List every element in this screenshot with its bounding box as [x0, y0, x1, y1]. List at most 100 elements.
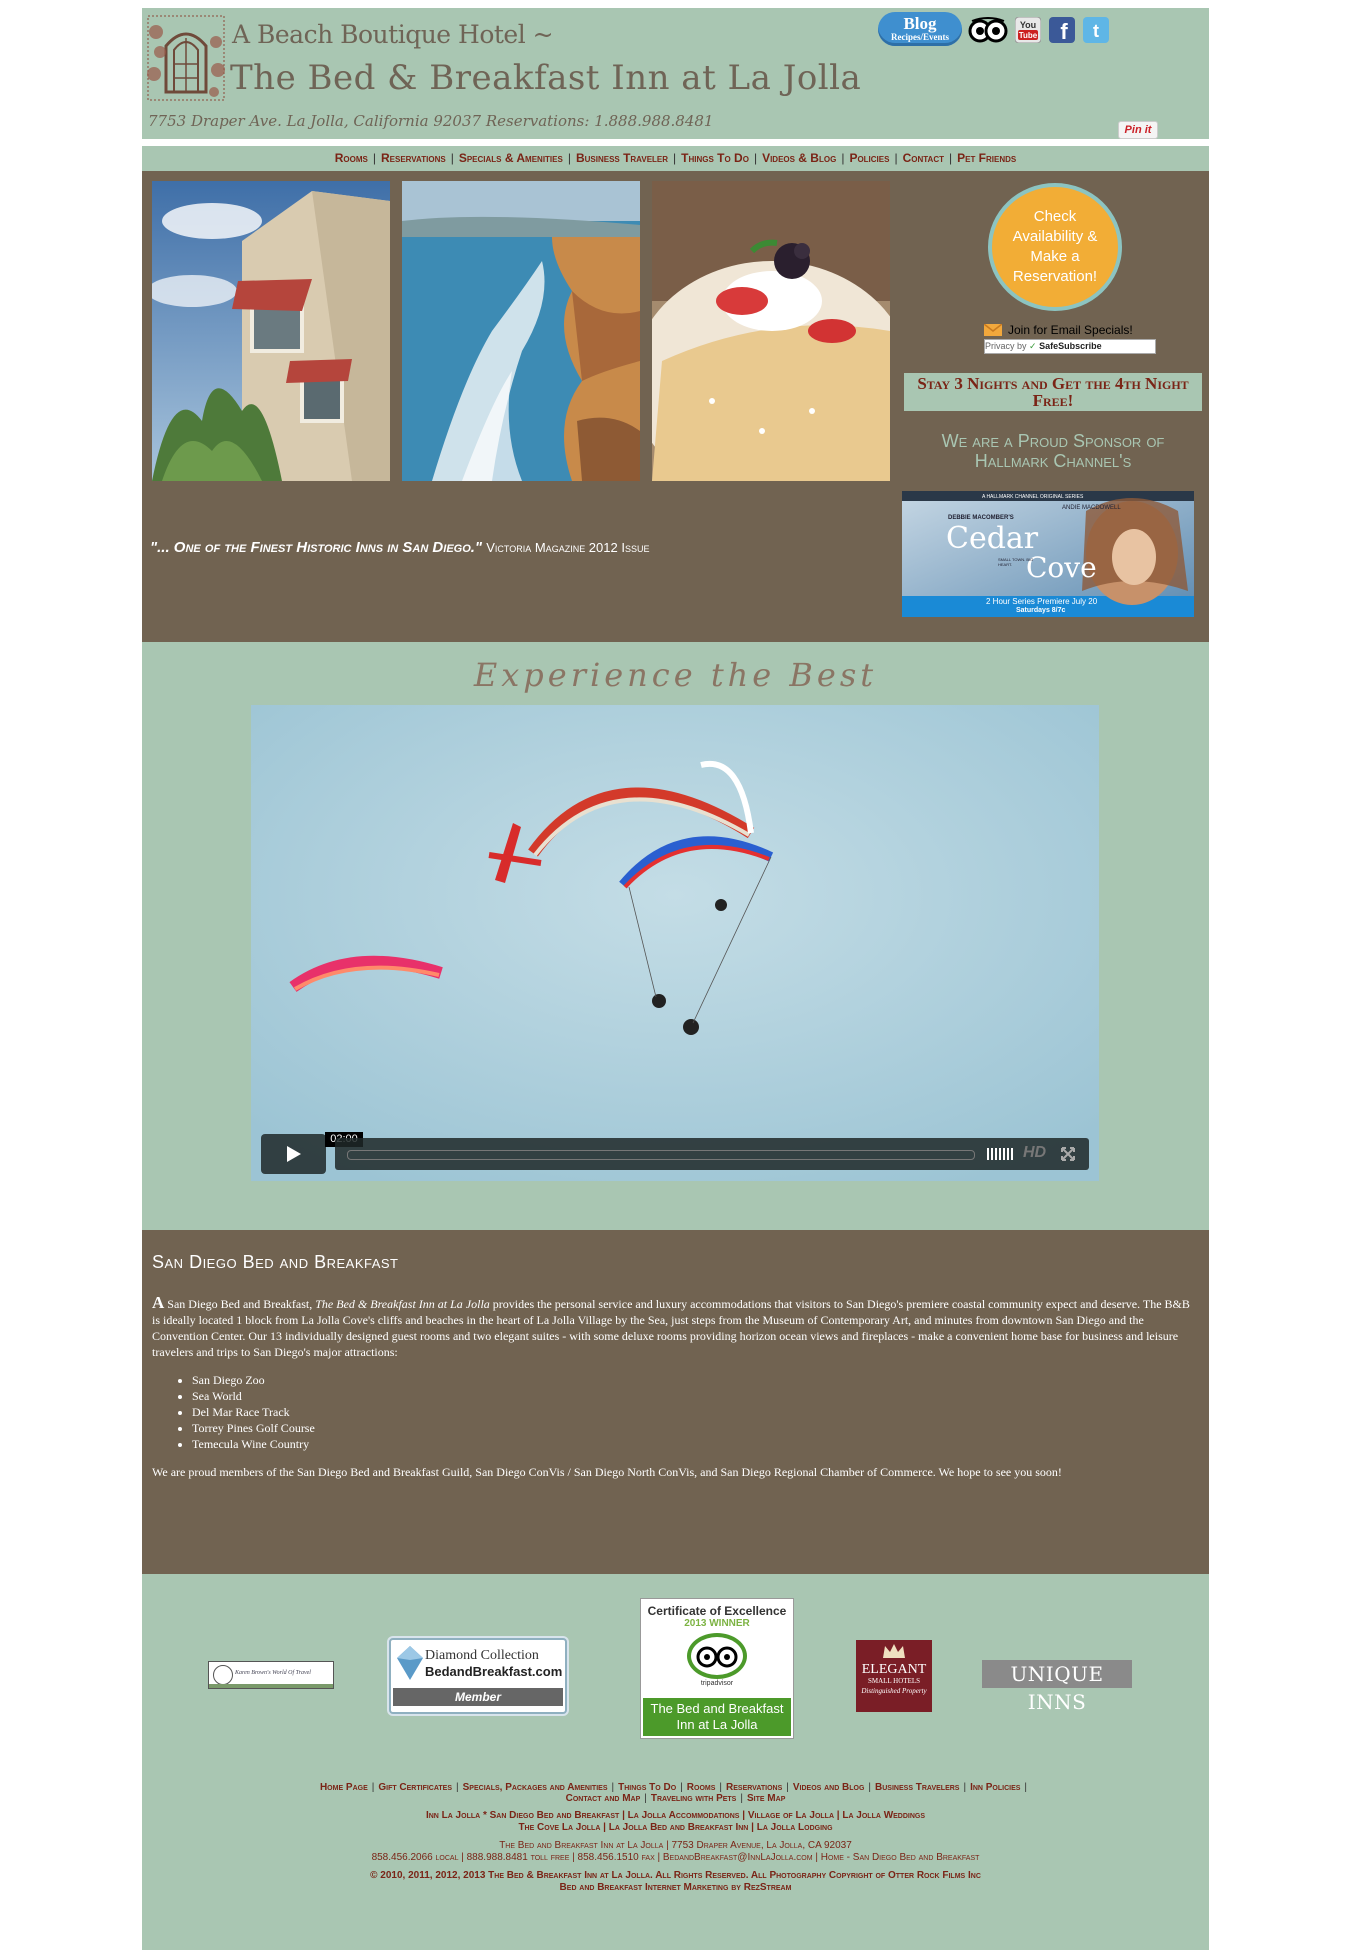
footer-link-home[interactable]: Home Page [320, 1782, 368, 1793]
hotel-building-photo [152, 181, 390, 481]
safesubscribe-prefix: Privacy by [985, 341, 1027, 351]
nav-reservations[interactable]: Reservations [381, 151, 446, 165]
small-hotels-label: SMALL HOTELS [867, 1677, 921, 1685]
site-footer: Karen Brown's World Of Travel Diamond Co… [142, 1574, 1209, 1950]
twitter-icon[interactable]: t [1082, 16, 1110, 44]
page-container: A Beach Boutique Hotel ~ The Bed & Break… [142, 8, 1209, 1950]
attractions-list: San Diego Zoo Sea World Del Mar Race Tra… [152, 1372, 1199, 1452]
youtube-icon[interactable]: You Tube [1014, 16, 1042, 44]
cedar-cove-banner[interactable]: A HALLMARK CHANNEL ORIGINAL SERIES ANDIE… [902, 491, 1194, 617]
footer-separator: | [963, 1782, 967, 1793]
blog-button[interactable]: Blog Recipes/Events [878, 12, 962, 46]
footer-seo-links: Inn La Jolla * San Diego Bed and Breakfa… [142, 1810, 1209, 1834]
marketing-credit[interactable]: Bed and Breakfast Internet Marketing by … [142, 1882, 1209, 1894]
footer-link-gift-certificates[interactable]: Gift Certificates [378, 1782, 452, 1793]
footer-link-contact-map[interactable]: Contact and Map [566, 1793, 641, 1804]
contact-line-1: The Bed and Breakfast Inn at La Jolla | … [499, 1840, 852, 1851]
blog-label: Blog [903, 14, 937, 33]
karen-brown-seal-icon [213, 1665, 233, 1685]
envelope-icon [984, 324, 1002, 336]
nav-pet-friends[interactable]: Pet Friends [957, 151, 1016, 165]
footer-link-traveling-pets[interactable]: Traveling with Pets [651, 1793, 736, 1804]
seo-links-line-2[interactable]: The Cove La Jolla | La Jolla Bed and Bre… [142, 1822, 1209, 1834]
cert-brand: tripadvisor [700, 1680, 734, 1687]
nav-contact[interactable]: Contact [903, 151, 944, 165]
footer-link-things-to-do[interactable]: Things To Do [618, 1782, 676, 1793]
svg-text:f: f [1060, 19, 1068, 43]
attraction-item: Temecula Wine Country [192, 1436, 1199, 1452]
victoria-magazine-quote: "... One of the Finest Historic Inns in … [150, 539, 649, 556]
footer-separator: | [740, 1793, 743, 1804]
footer-contact-info: The Bed and Breakfast Inn at La Jolla | … [142, 1840, 1209, 1864]
facebook-icon[interactable]: f [1048, 16, 1076, 44]
cedar-actor: ANDIE MACDOWELL [1062, 505, 1121, 511]
hd-toggle[interactable]: HD [1023, 1144, 1046, 1162]
main-nav: Rooms | Reservations | Specials & Amenities |… [142, 146, 1209, 171]
cert-title: Certificate of Excellence [647, 1604, 787, 1618]
elegant-small-hotels-badge[interactable]: ELEGANT SMALL HOTELS Distinguished Prope… [856, 1640, 932, 1712]
nav-videos-blog[interactable]: Videos & Blog [762, 151, 836, 165]
seo-links-line-1[interactable]: Inn La Jolla * San Diego Bed and Breakfa… [142, 1810, 1209, 1822]
footer-link-videos-blog[interactable]: Videos and Blog [793, 1782, 865, 1793]
tripadvisor-certificate-badge[interactable]: Certificate of Excellence 2013 WINNER tr… [640, 1598, 794, 1739]
nav-business-traveler[interactable]: Business Traveler [576, 151, 668, 165]
email-signup-link[interactable]: Join for Email Specials! [984, 323, 1133, 337]
email-signup-label: Join for Email Specials! [1008, 323, 1133, 337]
description-section: San Diego Bed and Breakfast A San Diego … [142, 1230, 1209, 1574]
site-header: A Beach Boutique Hotel ~ The Bed & Break… [142, 8, 1209, 139]
drop-cap: A [152, 1293, 165, 1312]
cert-year: 2013 WINNER [684, 1618, 750, 1629]
footer-separator: | [371, 1782, 375, 1793]
check-availability-button[interactable]: Check Availability & Make a Reservation! [988, 183, 1122, 311]
footer-link-site-map[interactable]: Site Map [747, 1793, 785, 1804]
footer-separator: | [456, 1782, 459, 1793]
ocean-cliffs-photo [402, 181, 640, 481]
elegant-label: ELEGANT [861, 1662, 927, 1677]
diamond-collection-badge[interactable]: Diamond Collection BedandBreakfast.com M… [389, 1638, 567, 1714]
safesubscribe-badge[interactable]: Privacy by ✓ SafeSubscribe [984, 339, 1156, 354]
footer-separator: | [786, 1782, 789, 1793]
check-icon: ✓ [1029, 341, 1037, 351]
cert-inn-name: The Bed and Breakfast Inn at La Jolla [643, 1698, 791, 1736]
description-heading: San Diego Bed and Breakfast [152, 1252, 399, 1272]
nav-rooms[interactable]: Rooms [335, 151, 368, 165]
fullscreen-icon[interactable] [1061, 1147, 1075, 1161]
footer-separator: | [868, 1782, 872, 1793]
footer-link-rooms[interactable]: Rooms [687, 1782, 716, 1793]
footer-link-reservations[interactable]: Reservations [726, 1782, 782, 1793]
social-links: Blog Recipes/Events You Tube f t [878, 12, 1110, 46]
nav-separator: | [372, 151, 376, 165]
safesubscribe-brand: SafeSubscribe [1039, 341, 1102, 351]
footer-separator: | [719, 1782, 723, 1793]
stay-3-nights-promo[interactable]: Stay 3 Nights and Get the 4th Night Free… [904, 373, 1202, 411]
karen-brown-badge[interactable]: Karen Brown's World Of Travel [208, 1661, 334, 1689]
nav-things-to-do[interactable]: Things To Do [681, 151, 749, 165]
nav-specials-amenities[interactable]: Specials & Amenities [459, 151, 563, 165]
footer-link-inn-policies[interactable]: Inn Policies [970, 1782, 1020, 1793]
video-controls[interactable]: HD [335, 1138, 1089, 1170]
nav-separator: | [450, 151, 454, 165]
volume-icon[interactable] [987, 1148, 1019, 1160]
footer-separator: | [644, 1793, 647, 1804]
nav-separator: | [673, 151, 677, 165]
bedandbreakfast-com-label: BedandBreakfast.com [425, 1664, 563, 1679]
nav-policies[interactable]: Policies [849, 151, 889, 165]
inn-name-title[interactable]: The Bed & Breakfast Inn at La Jolla [230, 58, 861, 98]
video-progress-bar[interactable] [347, 1150, 975, 1160]
unique-inns-badge[interactable]: UNIQUE INNS [982, 1660, 1132, 1714]
karen-brown-label: Karen Brown's World Of Travel [235, 1670, 311, 1676]
pinit-button[interactable]: Pin it [1118, 121, 1158, 139]
play-button[interactable] [261, 1134, 326, 1174]
footer-nav-links: Home Page | Gift Certificates | Specials, Pa… [142, 1782, 1209, 1804]
video-player[interactable]: 02:00 HD [251, 705, 1099, 1181]
svg-text:t: t [1093, 21, 1099, 41]
inn-emblem-icon[interactable] [144, 12, 228, 104]
tripadvisor-icon[interactable] [968, 16, 1008, 44]
contact-line-2[interactable]: 858.456.2066 local | 888.988.8481 toll f… [142, 1852, 1209, 1864]
footer-link-business-travelers[interactable]: Business Travelers [875, 1782, 959, 1793]
memberships-text: We are proud members of the San Diego Be… [152, 1465, 1062, 1479]
tripadvisor-owl-icon [687, 1633, 747, 1679]
svg-text:You: You [1020, 20, 1036, 30]
footer-link-specials[interactable]: Specials, Packages and Amenities [463, 1782, 608, 1793]
cedar-premiere: 2 Hour Series Premiere July 20 [986, 597, 1098, 606]
